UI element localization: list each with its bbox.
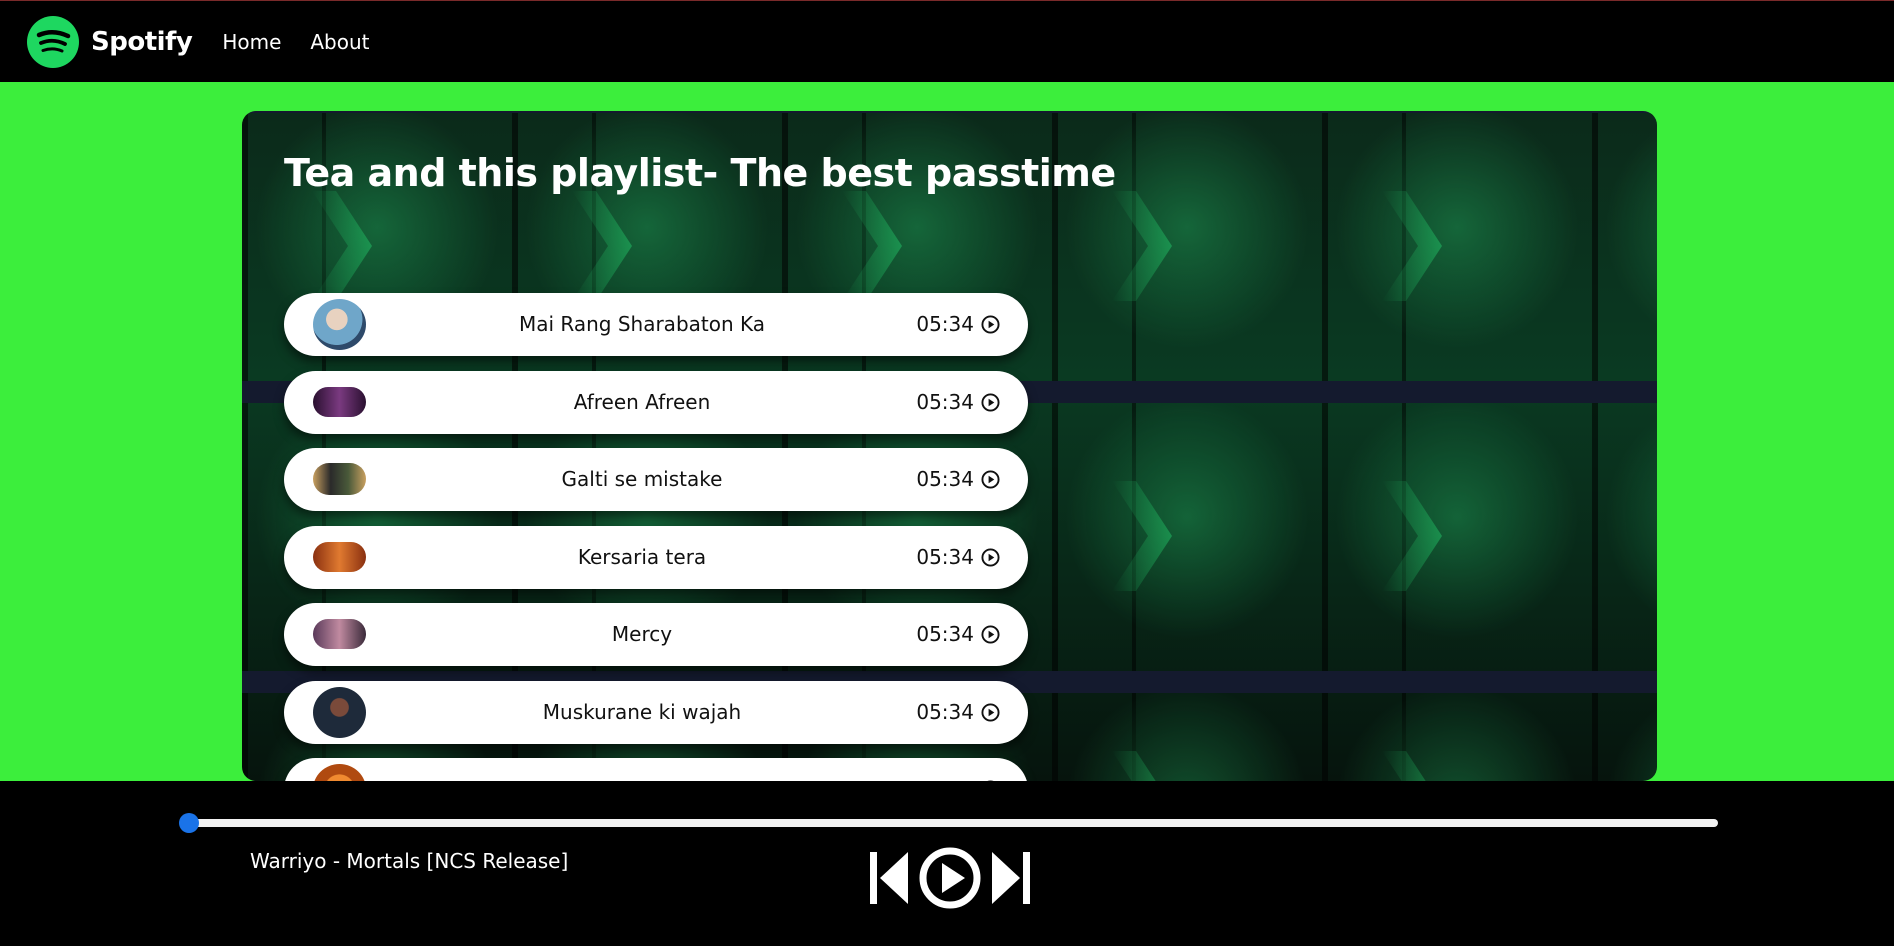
song-item[interactable] [284, 758, 1028, 781]
background-decoration [312, 191, 372, 301]
navbar: Spotify Home About [0, 0, 1894, 82]
playlist-container: Tea and this playlist- The best passtime… [242, 111, 1657, 781]
background-decoration [1382, 191, 1442, 301]
nav-link-about[interactable]: About [310, 30, 369, 54]
play-circle-icon[interactable] [981, 625, 1000, 644]
background-decoration [1382, 481, 1442, 591]
play-circle-icon[interactable] [981, 315, 1000, 334]
next-icon[interactable] [990, 850, 1032, 906]
song-name [284, 758, 1000, 781]
background-decoration [1382, 751, 1442, 781]
song-item[interactable]: Mercy 05:34 [284, 603, 1028, 666]
brand-name: Spotify [91, 26, 193, 57]
song-item[interactable]: Kersaria tera 05:34 [284, 525, 1028, 589]
background-decoration [1112, 191, 1172, 301]
background-decoration [1112, 481, 1172, 591]
song-duration: 05:34 [916, 699, 974, 724]
song-duration: 05:34 [916, 467, 974, 491]
spotify-logo-icon [27, 15, 79, 68]
song-list: Mai Rang Sharabaton Ka 05:34 Afreen Afre… [284, 293, 1028, 781]
song-name: Muskurane ki wajah [542, 699, 742, 724]
song-item[interactable]: Galti se mistake 05:34 [284, 448, 1028, 511]
nav-link-home[interactable]: Home [222, 30, 281, 54]
song-name: Mercy [611, 622, 673, 646]
song-duration: 05:34 [916, 622, 974, 646]
play-circle-icon[interactable] [981, 470, 1000, 489]
play-icon[interactable] [919, 847, 981, 909]
song-name: Galti se mistake [561, 467, 723, 491]
song-name: Kersaria tera [577, 544, 707, 569]
play-circle-icon[interactable] [981, 392, 1000, 412]
song-item[interactable]: Afreen Afreen 05:34 [284, 370, 1028, 434]
song-item[interactable]: Mai Rang Sharabaton Ka 05:34 [284, 293, 1028, 356]
song-duration: 05:34 [916, 389, 974, 414]
song-duration: 05:34 [916, 544, 974, 569]
play-circle-icon[interactable] [981, 702, 1000, 722]
brand[interactable]: Spotify [27, 15, 193, 68]
now-playing-title: Warriyo - Mortals [NCS Release] [250, 849, 569, 873]
play-circle-icon[interactable] [981, 547, 1000, 567]
playback-controls [868, 847, 1032, 909]
bottom-player: Warriyo - Mortals [NCS Release] [0, 781, 1894, 946]
background-decoration [1112, 751, 1172, 781]
song-duration: 05:34 [916, 312, 974, 336]
progress-bar[interactable] [179, 813, 1718, 833]
song-name: Afreen Afreen [573, 389, 711, 414]
background-decoration [572, 191, 632, 301]
song-item[interactable]: Muskurane ki wajah 05:34 [284, 680, 1028, 744]
progress-thumb[interactable] [179, 813, 199, 833]
playlist-title: Tea and this playlist- The best passtime [284, 151, 1116, 195]
previous-icon[interactable] [868, 850, 910, 906]
background-decoration [842, 191, 902, 301]
song-name: Mai Rang Sharabaton Ka [518, 312, 766, 336]
